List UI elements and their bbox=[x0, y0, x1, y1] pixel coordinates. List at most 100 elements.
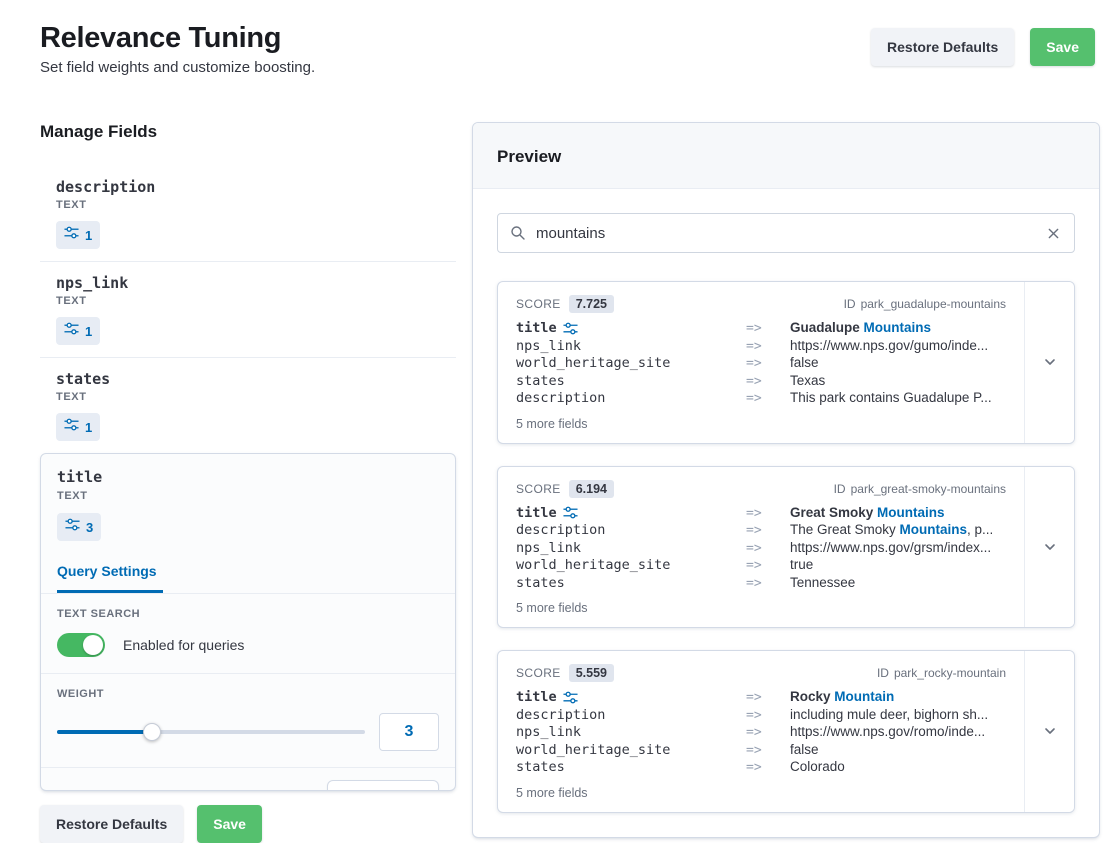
row-arrow: => bbox=[746, 541, 790, 558]
row-value: Rocky Mountain bbox=[790, 689, 1006, 706]
row-value: false bbox=[790, 355, 1006, 372]
field-list-item[interactable]: nps_link TEXT 1 bbox=[40, 262, 456, 358]
page-header: Relevance Tuning Set field weights and c… bbox=[0, 0, 1113, 76]
highlighted-term: Mountains bbox=[877, 505, 945, 520]
row-field-name: nps_link bbox=[516, 338, 746, 355]
preview-body: SCORE 7.725 ID park_guadalupe-mountains … bbox=[473, 189, 1099, 837]
value-text: Rocky bbox=[790, 689, 834, 704]
weight-sliders-icon bbox=[563, 321, 578, 336]
score-label: SCORE bbox=[516, 666, 561, 680]
value-text: true bbox=[790, 557, 813, 572]
result-card-main: SCORE 7.725 ID park_guadalupe-mountains … bbox=[498, 282, 1024, 443]
manage-fields-column: Manage Fields description TEXT 1 nps_lin… bbox=[40, 122, 456, 843]
weight-sliders-icon bbox=[64, 321, 79, 336]
result-card-header: SCORE 5.559 ID park_rocky-mountain bbox=[516, 664, 1006, 682]
result-field-row: title => Guadalupe Mountains bbox=[516, 320, 1006, 338]
slider-thumb[interactable] bbox=[143, 723, 161, 741]
toggle-row: Enabled for queries bbox=[57, 633, 439, 657]
weight-slider-row: 3 bbox=[57, 713, 439, 751]
score-badge: 7.725 bbox=[569, 295, 614, 313]
expand-result-button[interactable] bbox=[1024, 282, 1074, 443]
value-text: false bbox=[790, 355, 819, 370]
field-weight-badge: 3 bbox=[57, 513, 101, 541]
row-arrow: => bbox=[746, 391, 790, 408]
row-value: The Great Smoky Mountains, p... bbox=[790, 522, 1006, 539]
text-search-toggle[interactable] bbox=[57, 633, 105, 657]
row-value: https://www.nps.gov/grsm/index... bbox=[790, 540, 1006, 557]
text-search-heading: TEXT SEARCH bbox=[57, 608, 439, 621]
result-card: SCORE 6.194 ID park_great-smoky-mountain… bbox=[497, 466, 1075, 629]
slider-fill bbox=[57, 730, 152, 734]
row-arrow: => bbox=[746, 523, 790, 540]
weight-value-input[interactable]: 3 bbox=[379, 713, 439, 751]
value-text: The Great Smoky bbox=[790, 522, 900, 537]
score-group: SCORE 5.559 bbox=[516, 664, 614, 682]
field-name: nps_link bbox=[56, 274, 440, 292]
result-field-row: nps_link => https://www.nps.gov/grsm/ind… bbox=[516, 540, 1006, 558]
result-card-main: SCORE 6.194 ID park_great-smoky-mountain… bbox=[498, 467, 1024, 628]
row-field-name: nps_link bbox=[516, 724, 746, 741]
more-fields-label: 5 more fields bbox=[516, 786, 1006, 800]
row-field-name: nps_link bbox=[516, 540, 746, 557]
row-field-name: states bbox=[516, 575, 746, 592]
clear-search-button[interactable] bbox=[1045, 225, 1062, 242]
more-fields-label: 5 more fields bbox=[516, 601, 1006, 615]
score-group: SCORE 7.725 bbox=[516, 295, 614, 313]
row-field-name: world_heritage_site bbox=[516, 742, 746, 759]
weight-sliders-icon bbox=[563, 505, 578, 520]
value-text: https://www.nps.gov/romo/inde... bbox=[790, 724, 985, 739]
chevron-down-icon bbox=[1042, 354, 1058, 370]
row-arrow: => bbox=[746, 725, 790, 742]
value-text: https://www.nps.gov/gumo/inde... bbox=[790, 338, 988, 353]
text-search-section: TEXT SEARCH Enabled for queries bbox=[41, 594, 455, 674]
clipped-button[interactable] bbox=[327, 780, 439, 791]
weight-slider[interactable] bbox=[57, 723, 365, 741]
row-value: false bbox=[790, 742, 1006, 759]
field-weight-value: 1 bbox=[85, 324, 92, 339]
tabs-row: Query Settings bbox=[41, 553, 455, 594]
result-rows: title => Great Smoky Mountains descripti… bbox=[516, 505, 1006, 593]
tab-query-settings[interactable]: Query Settings bbox=[57, 563, 163, 593]
search-box bbox=[497, 213, 1075, 253]
result-field-row: world_heritage_site => false bbox=[516, 742, 1006, 760]
row-value: https://www.nps.gov/romo/inde... bbox=[790, 724, 1006, 741]
expand-result-button[interactable] bbox=[1024, 651, 1074, 812]
row-value: Colorado bbox=[790, 759, 1006, 776]
chevron-down-icon bbox=[1042, 539, 1058, 555]
expanded-field-header[interactable]: title TEXT 3 bbox=[41, 454, 455, 553]
manage-fields-heading: Manage Fields bbox=[40, 122, 456, 142]
field-weight-badge: 1 bbox=[56, 317, 100, 345]
field-list-item[interactable]: description TEXT 1 bbox=[40, 166, 456, 262]
field-list-item[interactable]: states TEXT 1 bbox=[40, 358, 456, 453]
row-arrow: => bbox=[746, 743, 790, 760]
value-text: Guadalupe bbox=[790, 320, 864, 335]
row-value: Texas bbox=[790, 373, 1006, 390]
sliders-icon-slot bbox=[64, 417, 79, 437]
search-input[interactable] bbox=[536, 225, 1035, 242]
expand-result-button[interactable] bbox=[1024, 467, 1074, 628]
row-field-name: states bbox=[516, 373, 746, 390]
results-list: SCORE 7.725 ID park_guadalupe-mountains … bbox=[497, 281, 1075, 813]
score-badge: 5.559 bbox=[569, 664, 614, 682]
row-arrow: => bbox=[746, 558, 790, 575]
restore-defaults-button-bottom[interactable]: Restore Defaults bbox=[40, 805, 183, 843]
weight-sliders-icon bbox=[65, 517, 80, 532]
sliders-icon-slot bbox=[64, 225, 79, 245]
save-button-top[interactable]: Save bbox=[1030, 28, 1095, 66]
field-name: states bbox=[56, 370, 440, 388]
row-field-name: description bbox=[516, 707, 746, 724]
row-field-name: description bbox=[516, 390, 746, 407]
value-text: This park contains Guadalupe P... bbox=[790, 390, 992, 405]
relevance-tuning-page: Relevance Tuning Set field weights and c… bbox=[0, 0, 1113, 843]
result-field-row: nps_link => https://www.nps.gov/romo/ind… bbox=[516, 724, 1006, 742]
row-field-name: world_heritage_site bbox=[516, 557, 746, 574]
result-field-row: states => Colorado bbox=[516, 759, 1006, 777]
restore-defaults-button-top[interactable]: Restore Defaults bbox=[871, 28, 1014, 66]
weight-sliders-icon bbox=[64, 225, 79, 240]
field-list: description TEXT 1 nps_link TEXT 1 state… bbox=[40, 166, 456, 453]
save-button-bottom[interactable]: Save bbox=[197, 805, 262, 843]
result-field-row: description => including mule deer, bigh… bbox=[516, 707, 1006, 725]
result-field-row: title => Great Smoky Mountains bbox=[516, 505, 1006, 523]
field-weight-value: 1 bbox=[85, 420, 92, 435]
result-card-header: SCORE 6.194 ID park_great-smoky-mountain… bbox=[516, 480, 1006, 498]
